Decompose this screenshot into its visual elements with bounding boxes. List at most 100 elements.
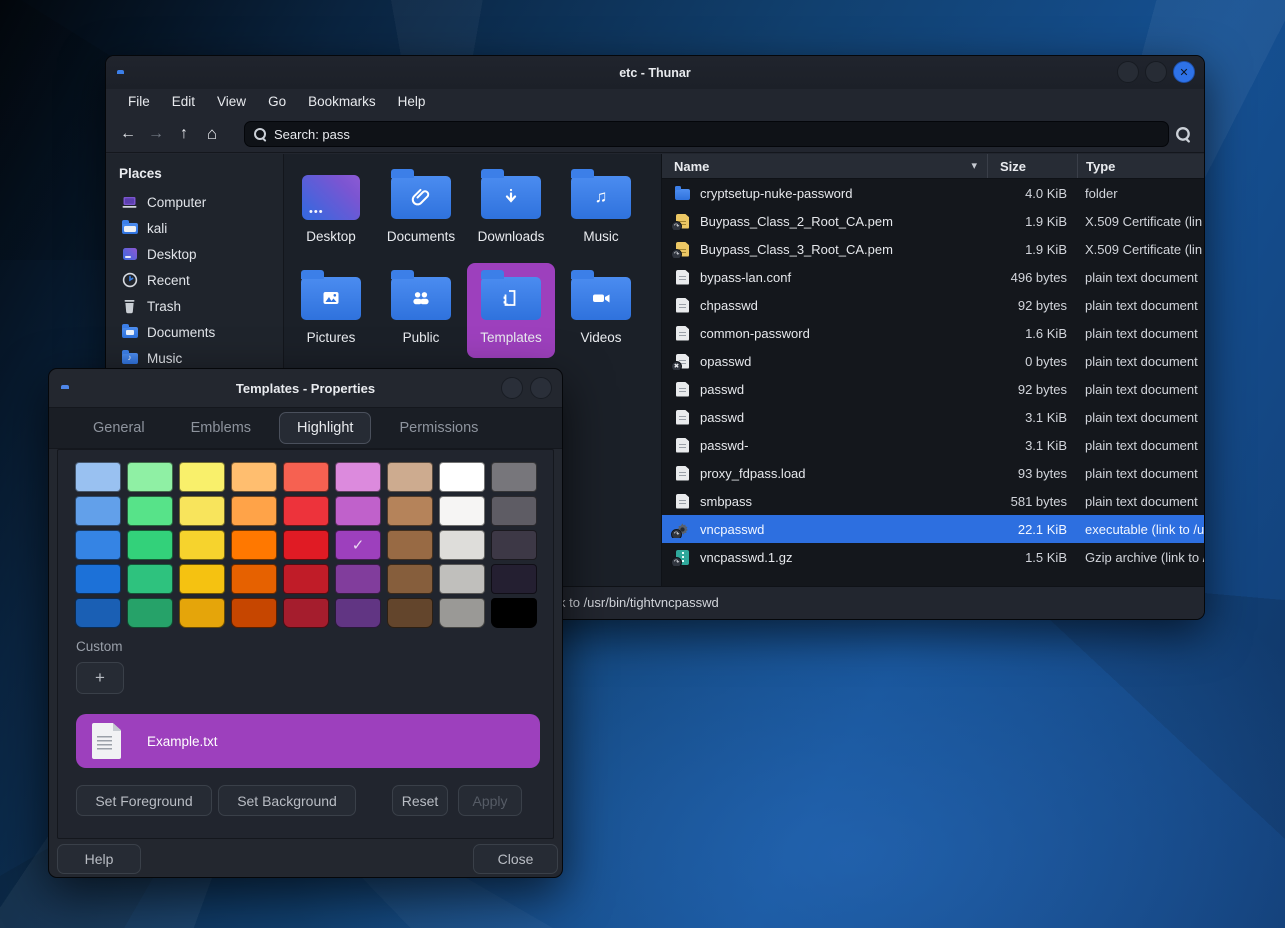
- palette-swatch-r3-c5[interactable]: [335, 564, 381, 594]
- table-row[interactable]: chpasswd92 bytesplain text document: [662, 291, 1204, 319]
- palette-swatch-r4-c7[interactable]: [439, 598, 485, 628]
- icon-view-item-videos[interactable]: Videos: [557, 263, 645, 358]
- table-row[interactable]: ↷Buypass_Class_2_Root_CA.pem1.9 KiBX.509…: [662, 207, 1204, 235]
- table-row[interactable]: proxy_fdpass.load93 bytesplain text docu…: [662, 459, 1204, 487]
- back-icon[interactable]: ←: [114, 121, 142, 147]
- column-header-name[interactable]: Name▾: [662, 154, 987, 178]
- dialog-titlebar[interactable]: Templates - Properties: [49, 369, 562, 407]
- palette-swatch-r0-c6[interactable]: [387, 462, 433, 492]
- tab-highlight[interactable]: Highlight: [279, 412, 371, 444]
- tab-general[interactable]: General: [75, 412, 163, 444]
- palette-swatch-r4-c6[interactable]: [387, 598, 433, 628]
- dialog-close-button[interactable]: Close: [473, 844, 558, 874]
- palette-swatch-r2-c3[interactable]: [231, 530, 277, 560]
- set-background-button[interactable]: Set Background: [218, 785, 356, 816]
- palette-swatch-r1-c0[interactable]: [75, 496, 121, 526]
- palette-swatch-r4-c4[interactable]: [283, 598, 329, 628]
- icon-view-item-public[interactable]: Public: [377, 263, 465, 358]
- palette-swatch-r2-c1[interactable]: [127, 530, 173, 560]
- up-icon[interactable]: ↑: [170, 121, 198, 147]
- palette-swatch-r3-c7[interactable]: [439, 564, 485, 594]
- sidebar-item-trash[interactable]: Trash: [106, 293, 283, 319]
- table-row[interactable]: passwd3.1 KiBplain text document: [662, 403, 1204, 431]
- apply-button[interactable]: Apply: [458, 785, 522, 816]
- palette-swatch-r1-c6[interactable]: [387, 496, 433, 526]
- menu-item-edit[interactable]: Edit: [161, 89, 206, 115]
- palette-swatch-r2-c0[interactable]: [75, 530, 121, 560]
- palette-swatch-r4-c0[interactable]: [75, 598, 121, 628]
- menu-item-go[interactable]: Go: [257, 89, 297, 115]
- icon-view-item-templates[interactable]: Templates: [467, 263, 555, 358]
- close-button[interactable]: ✕: [1173, 61, 1195, 83]
- icon-view-item-music[interactable]: ♫Music: [557, 162, 645, 257]
- maximize-button[interactable]: [1145, 61, 1167, 83]
- table-row[interactable]: ✖opasswd0 bytesplain text document: [662, 347, 1204, 375]
- palette-swatch-r0-c5[interactable]: [335, 462, 381, 492]
- table-row[interactable]: common-password1.6 KiBplain text documen…: [662, 319, 1204, 347]
- palette-swatch-r0-c7[interactable]: [439, 462, 485, 492]
- search-toggle-button[interactable]: [1170, 121, 1196, 147]
- palette-swatch-r1-c1[interactable]: [127, 496, 173, 526]
- palette-swatch-r2-c6[interactable]: [387, 530, 433, 560]
- palette-swatch-r4-c8[interactable]: [491, 598, 537, 628]
- sidebar-item-desktop[interactable]: Desktop: [106, 241, 283, 267]
- tab-permissions[interactable]: Permissions: [381, 412, 496, 444]
- column-header-type[interactable]: Type: [1077, 154, 1204, 178]
- icon-view-item-pictures[interactable]: Pictures: [287, 263, 375, 358]
- icon-view-item-downloads[interactable]: Downloads: [467, 162, 555, 257]
- column-header-size[interactable]: Size: [987, 154, 1077, 178]
- palette-swatch-r1-c4[interactable]: [283, 496, 329, 526]
- help-button[interactable]: Help: [57, 844, 141, 874]
- palette-swatch-r2-c5[interactable]: ✓: [335, 530, 381, 560]
- home-icon[interactable]: ⌂: [198, 121, 226, 147]
- palette-swatch-r4-c1[interactable]: [127, 598, 173, 628]
- palette-swatch-r0-c1[interactable]: [127, 462, 173, 492]
- palette-swatch-r2-c4[interactable]: [283, 530, 329, 560]
- table-row[interactable]: smbpass581 bytesplain text document: [662, 487, 1204, 515]
- palette-swatch-r4-c2[interactable]: [179, 598, 225, 628]
- palette-swatch-r4-c5[interactable]: [335, 598, 381, 628]
- tab-emblems[interactable]: Emblems: [173, 412, 269, 444]
- table-row[interactable]: ↷Buypass_Class_3_Root_CA.pem1.9 KiBX.509…: [662, 235, 1204, 263]
- palette-swatch-r1-c7[interactable]: [439, 496, 485, 526]
- menu-item-view[interactable]: View: [206, 89, 257, 115]
- table-row[interactable]: passwd-3.1 KiBplain text document: [662, 431, 1204, 459]
- minimize-button[interactable]: [1117, 61, 1139, 83]
- palette-swatch-r3-c0[interactable]: [75, 564, 121, 594]
- palette-swatch-r0-c4[interactable]: [283, 462, 329, 492]
- palette-swatch-r0-c0[interactable]: [75, 462, 121, 492]
- dialog-maximize-button[interactable]: [530, 377, 552, 399]
- table-row[interactable]: bypass-lan.conf496 bytesplain text docum…: [662, 263, 1204, 291]
- table-row[interactable]: cryptsetup-nuke-password4.0 KiBfolder: [662, 179, 1204, 207]
- search-input[interactable]: Search: pass: [244, 121, 1169, 147]
- forward-icon[interactable]: →: [142, 121, 170, 147]
- icon-view-item-desktop[interactable]: Desktop: [287, 162, 375, 257]
- table-row[interactable]: ↷vncpasswd.1.gz1.5 KiBGzip archive (link…: [662, 543, 1204, 571]
- palette-swatch-r4-c3[interactable]: [231, 598, 277, 628]
- palette-swatch-r3-c4[interactable]: [283, 564, 329, 594]
- dialog-minimize-button[interactable]: [501, 377, 523, 399]
- palette-swatch-r1-c2[interactable]: [179, 496, 225, 526]
- menu-item-bookmarks[interactable]: Bookmarks: [297, 89, 387, 115]
- sidebar-item-computer[interactable]: Computer: [106, 189, 283, 215]
- table-row[interactable]: ↷vncpasswd22.1 KiBexecutable (link to /u: [662, 515, 1204, 543]
- menu-item-file[interactable]: File: [117, 89, 161, 115]
- sidebar-item-documents[interactable]: Documents: [106, 319, 283, 345]
- palette-swatch-r0-c8[interactable]: [491, 462, 537, 492]
- thunar-titlebar[interactable]: etc - Thunar ✕: [106, 56, 1204, 89]
- menu-item-help[interactable]: Help: [387, 89, 437, 115]
- table-row[interactable]: passwd92 bytesplain text document: [662, 375, 1204, 403]
- palette-swatch-r3-c1[interactable]: [127, 564, 173, 594]
- palette-swatch-r2-c8[interactable]: [491, 530, 537, 560]
- palette-swatch-r3-c3[interactable]: [231, 564, 277, 594]
- sidebar-item-recent[interactable]: Recent: [106, 267, 283, 293]
- palette-swatch-r2-c7[interactable]: [439, 530, 485, 560]
- palette-swatch-r3-c6[interactable]: [387, 564, 433, 594]
- palette-swatch-r1-c8[interactable]: [491, 496, 537, 526]
- palette-swatch-r0-c2[interactable]: [179, 462, 225, 492]
- add-custom-color-button[interactable]: +: [76, 662, 124, 694]
- palette-swatch-r2-c2[interactable]: [179, 530, 225, 560]
- palette-swatch-r1-c3[interactable]: [231, 496, 277, 526]
- palette-swatch-r3-c2[interactable]: [179, 564, 225, 594]
- icon-view-item-documents[interactable]: Documents: [377, 162, 465, 257]
